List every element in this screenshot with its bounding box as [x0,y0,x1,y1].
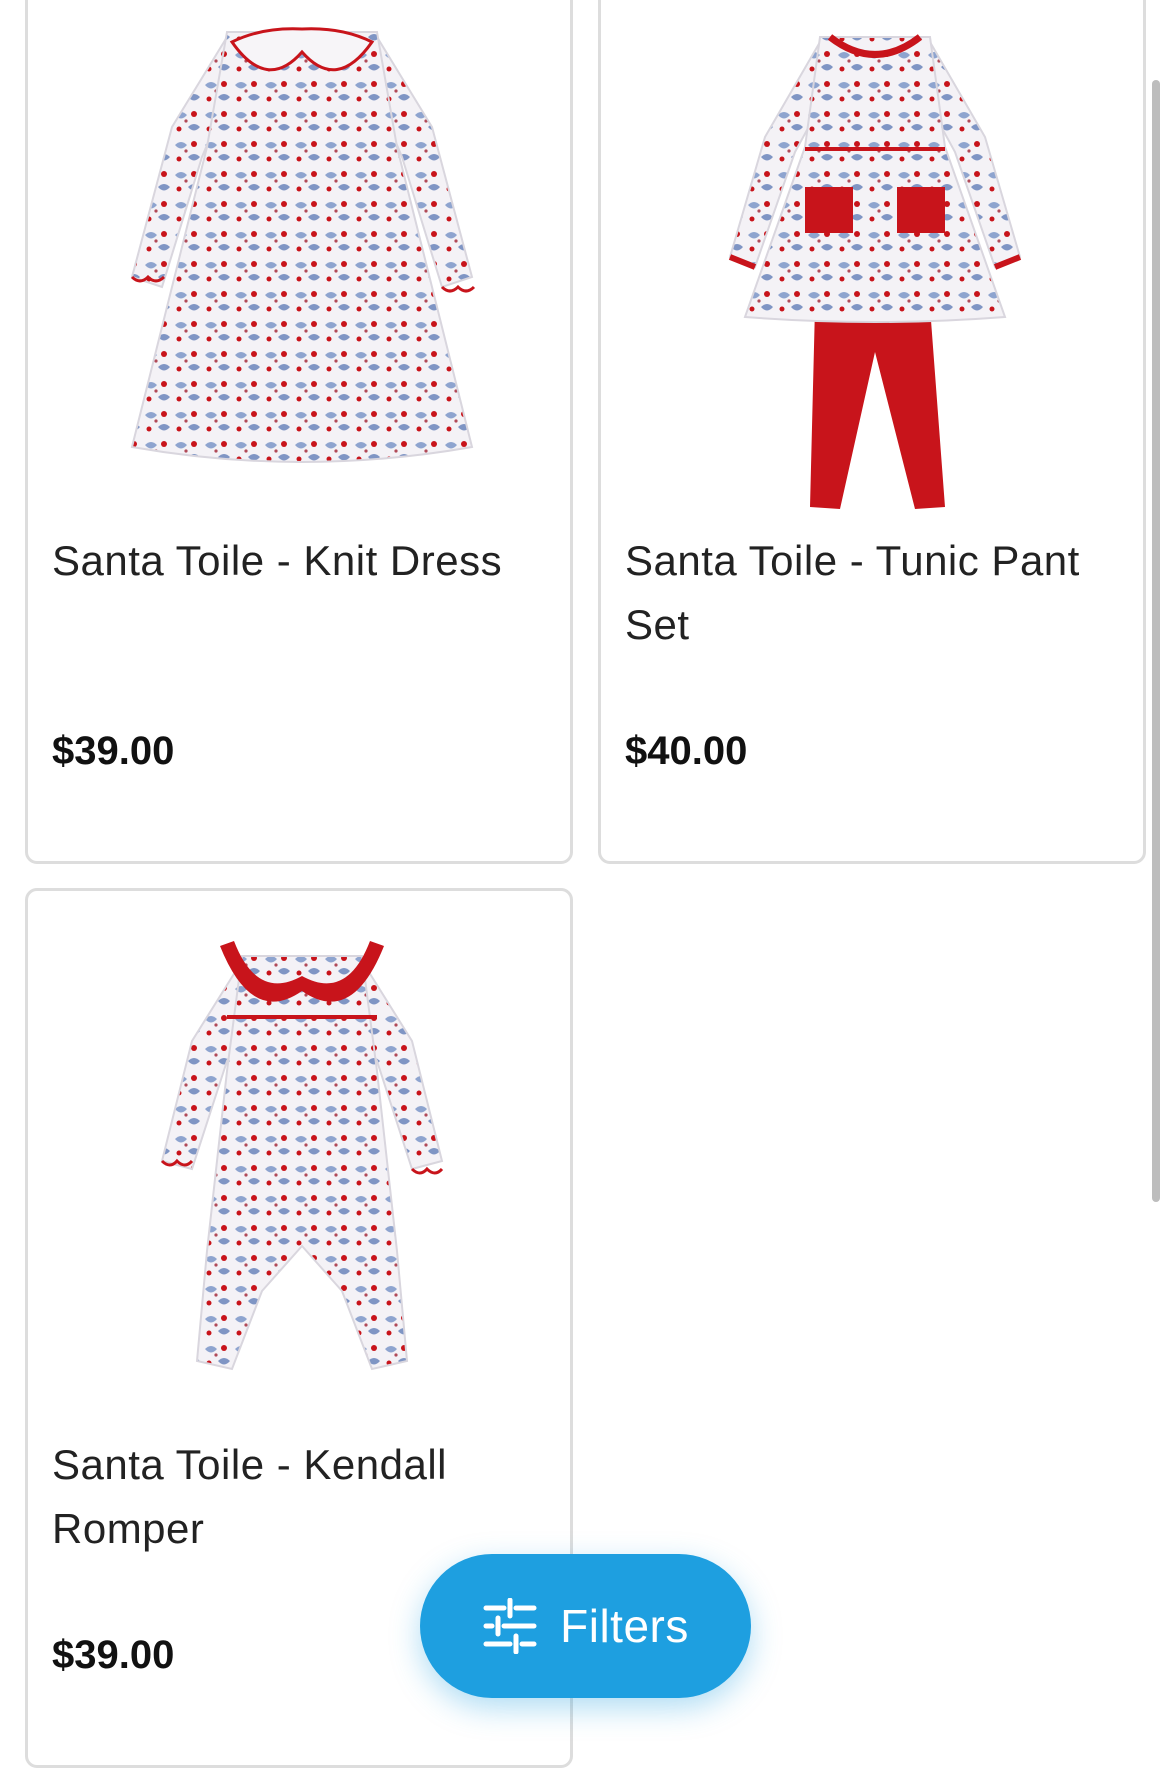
product-card[interactable]: Santa Toile - Knit Dress $39.00 [25,0,573,864]
tunic-pant-set-image[interactable] [625,0,1125,527]
knit-dress-image[interactable] [52,0,552,527]
filters-label: Filters [560,1600,689,1652]
product-title[interactable]: Santa Toile - Kendall Romper [52,1433,552,1561]
product-title[interactable]: Santa Toile - Tunic Pant Set [625,529,1125,657]
product-card[interactable]: Santa Toile - Tunic Pant Set $40.00 [598,0,1146,864]
product-title[interactable]: Santa Toile - Knit Dress [52,529,552,593]
product-price: $39.00 [52,729,175,773]
product-price: $40.00 [625,729,748,773]
sliders-icon [483,1598,537,1654]
product-price: $39.00 [52,1633,175,1677]
scrollbar[interactable] [1152,80,1160,1202]
filters-button[interactable]: Filters [420,1554,751,1698]
romper-image[interactable] [52,891,552,1431]
